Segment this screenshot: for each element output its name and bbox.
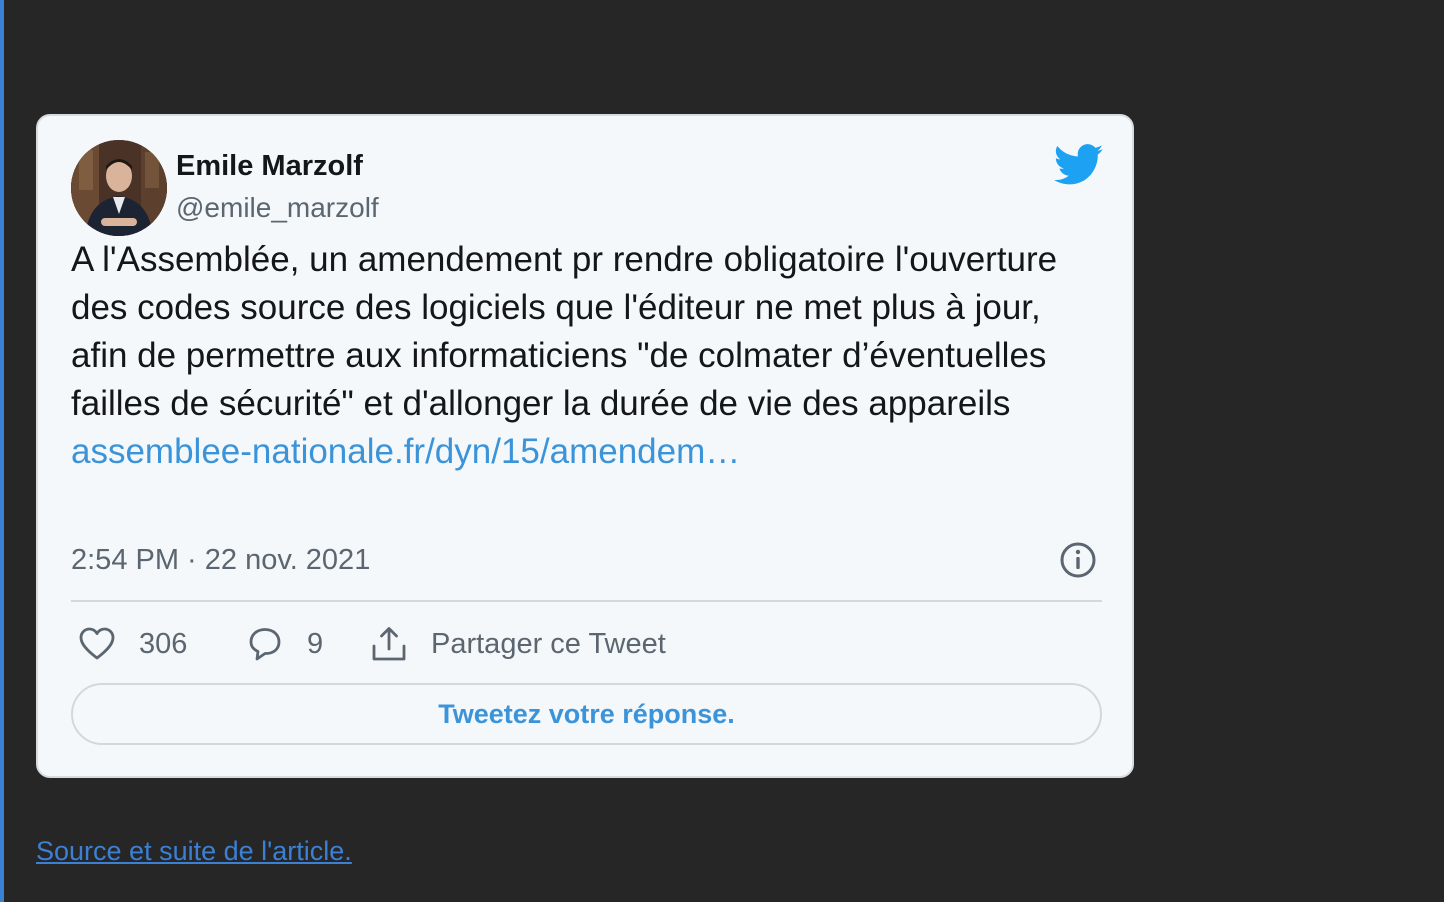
like-button[interactable]: 306 <box>77 622 187 666</box>
reply-count: 9 <box>307 627 324 660</box>
reply-button[interactable]: Tweetez votre réponse. <box>71 683 1102 745</box>
page: Emile Marzolf @emile_marzolf A l'Assembl… <box>0 0 1444 902</box>
share-upload-icon <box>372 627 406 661</box>
heart-icon <box>79 627 115 660</box>
source-article-link[interactable]: Source et suite de l'article. <box>36 836 352 867</box>
tweet-body: A l'Assemblée, un amendement pr rendre o… <box>71 240 1058 423</box>
speech-bubble-icon <box>249 628 281 661</box>
info-icon[interactable] <box>1058 540 1098 580</box>
tweet-timestamp[interactable]: 2:54 PM · 22 nov. 2021 <box>71 544 370 577</box>
author-handle[interactable]: @emile_marzolf <box>176 192 379 224</box>
twitter-bird-icon[interactable] <box>1054 144 1104 186</box>
divider <box>71 600 1102 602</box>
share-label: Partager ce Tweet <box>431 627 666 660</box>
tweet-text: A l'Assemblée, un amendement pr rendre o… <box>71 236 1101 476</box>
left-accent-rule <box>0 0 4 902</box>
like-count: 306 <box>139 627 188 660</box>
avatar-photo-icon <box>71 140 167 236</box>
share-tweet-button[interactable]: Partager ce Tweet <box>369 622 666 666</box>
embedded-tweet-card[interactable]: Emile Marzolf @emile_marzolf A l'Assembl… <box>36 114 1134 778</box>
tweet-link[interactable]: assemblee-nationale.fr/dyn/15/amendem… <box>71 432 740 471</box>
reply-count-button[interactable]: 9 <box>245 622 323 666</box>
avatar[interactable] <box>71 140 167 236</box>
author-name[interactable]: Emile Marzolf <box>176 150 363 183</box>
